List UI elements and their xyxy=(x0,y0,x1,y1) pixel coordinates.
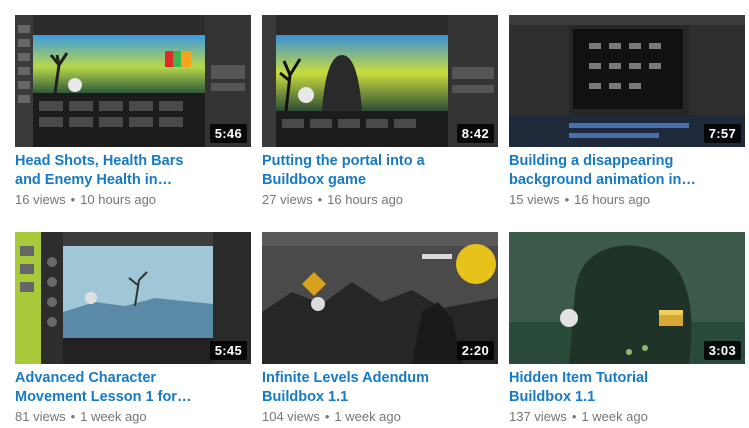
separator: • xyxy=(324,409,330,424)
separator: • xyxy=(70,192,76,207)
video-card-3[interactable]: 7:57 Building a disappearing background … xyxy=(509,15,745,209)
video-title[interactable]: Head Shots, Health Bars and Enemy Health… xyxy=(15,152,251,190)
video-meta: 15 views • 16 hours ago xyxy=(509,191,745,209)
video-meta: 104 views • 1 week ago xyxy=(262,408,498,426)
video-title[interactable]: Infinite Levels Adendum Buildbox 1.1 xyxy=(262,369,498,407)
video-thumbnail[interactable]: 5:45 xyxy=(15,232,251,364)
video-title[interactable]: Advanced Character Movement Lesson 1 for… xyxy=(15,369,251,407)
video-card-1[interactable]: 5:46 Head Shots, Health Bars and Enemy H… xyxy=(15,15,251,209)
video-thumbnail[interactable]: 5:46 xyxy=(15,15,251,147)
separator: • xyxy=(70,409,76,424)
separator: • xyxy=(317,192,323,207)
view-count: 15 views xyxy=(509,192,560,207)
view-count: 16 views xyxy=(15,192,66,207)
separator: • xyxy=(564,192,570,207)
video-thumbnail[interactable]: 7:57 xyxy=(509,15,745,147)
video-card-5[interactable]: 2:20 Infinite Levels Adendum Buildbox 1.… xyxy=(262,232,498,426)
video-meta: 16 views • 10 hours ago xyxy=(15,191,251,209)
video-duration: 7:57 xyxy=(703,124,741,143)
video-duration: 2:20 xyxy=(456,341,494,360)
video-meta: 27 views • 16 hours ago xyxy=(262,191,498,209)
video-meta: 81 views • 1 week ago xyxy=(15,408,251,426)
video-card-2[interactable]: 8:42 Putting the portal into a Buildbox … xyxy=(262,15,498,209)
video-card-4[interactable]: 5:45 Advanced Character Movement Lesson … xyxy=(15,232,251,426)
video-thumbnail[interactable]: 2:20 xyxy=(262,232,498,364)
upload-age: 10 hours ago xyxy=(80,192,157,207)
video-duration: 5:45 xyxy=(209,341,247,360)
upload-age: 1 week ago xyxy=(581,409,648,424)
video-duration: 3:03 xyxy=(703,341,741,360)
upload-age: 16 hours ago xyxy=(574,192,651,207)
video-meta: 137 views • 1 week ago xyxy=(509,408,745,426)
video-title[interactable]: Building a disappearing background anima… xyxy=(509,152,745,190)
video-duration: 5:46 xyxy=(209,124,247,143)
separator: • xyxy=(571,409,577,424)
upload-age: 1 week ago xyxy=(80,409,147,424)
upload-age: 1 week ago xyxy=(334,409,401,424)
video-card-6[interactable]: 3:03 Hidden Item Tutorial Buildbox 1.1 1… xyxy=(509,232,745,426)
video-thumbnail[interactable]: 8:42 xyxy=(262,15,498,147)
view-count: 104 views xyxy=(262,409,320,424)
video-duration: 8:42 xyxy=(456,124,494,143)
view-count: 137 views xyxy=(509,409,567,424)
video-thumbnail[interactable]: 3:03 xyxy=(509,232,745,364)
view-count: 27 views xyxy=(262,192,313,207)
video-title[interactable]: Putting the portal into a Buildbox game xyxy=(262,152,498,190)
upload-age: 16 hours ago xyxy=(327,192,404,207)
video-title[interactable]: Hidden Item Tutorial Buildbox 1.1 xyxy=(509,369,745,407)
view-count: 81 views xyxy=(15,409,66,424)
